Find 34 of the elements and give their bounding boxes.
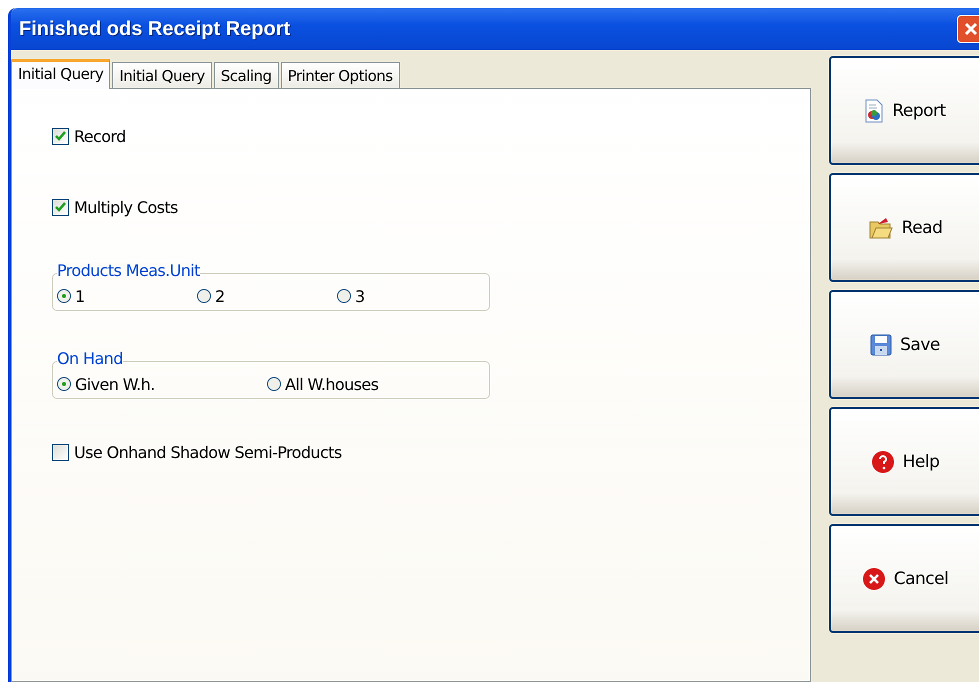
radio-label: 2: [215, 286, 225, 306]
checkbox-label: Record: [74, 126, 126, 146]
read-button[interactable]: Read: [829, 173, 979, 282]
checkbox[interactable]: [52, 128, 69, 144]
tab[interactable]: Initial Query: [112, 62, 212, 88]
tab[interactable]: Initial Query: [11, 59, 110, 89]
radio-button[interactable]: [267, 377, 281, 391]
radio-button[interactable]: [197, 289, 211, 303]
radio-label: All W.houses: [285, 374, 378, 394]
cancel-icon: [862, 566, 886, 590]
report-button[interactable]: Report: [829, 56, 979, 165]
checkbox[interactable]: [52, 444, 69, 460]
radio-button[interactable]: [337, 289, 351, 303]
help-icon: [870, 450, 895, 474]
checkbox-label: Multiply Costs: [74, 198, 178, 216]
cancel-button[interactable]: Cancel: [829, 524, 979, 633]
radio-label: 3: [355, 286, 365, 306]
close-icon: [963, 21, 979, 37]
checkbox[interactable]: [52, 198, 69, 216]
save-icon: [870, 334, 892, 356]
folder-icon: [868, 216, 894, 240]
group-title: Products Meas.Unit: [57, 262, 200, 280]
radio-label: 1: [75, 286, 85, 306]
tab[interactable]: Scaling: [214, 62, 279, 88]
radio-button[interactable]: [57, 377, 71, 391]
report-icon: [864, 98, 884, 122]
window-title: Finished ods Receipt Report: [19, 18, 290, 40]
radio-label: Given W.h.: [75, 374, 155, 394]
tab[interactable]: Printer Options: [280, 62, 400, 88]
save-button[interactable]: Save: [829, 290, 979, 399]
close-button[interactable]: [957, 15, 979, 43]
help-button[interactable]: Help: [829, 407, 979, 516]
checkbox-label: Use Onhand Shadow Semi-Products: [74, 442, 342, 462]
radio-button[interactable]: [57, 289, 71, 303]
